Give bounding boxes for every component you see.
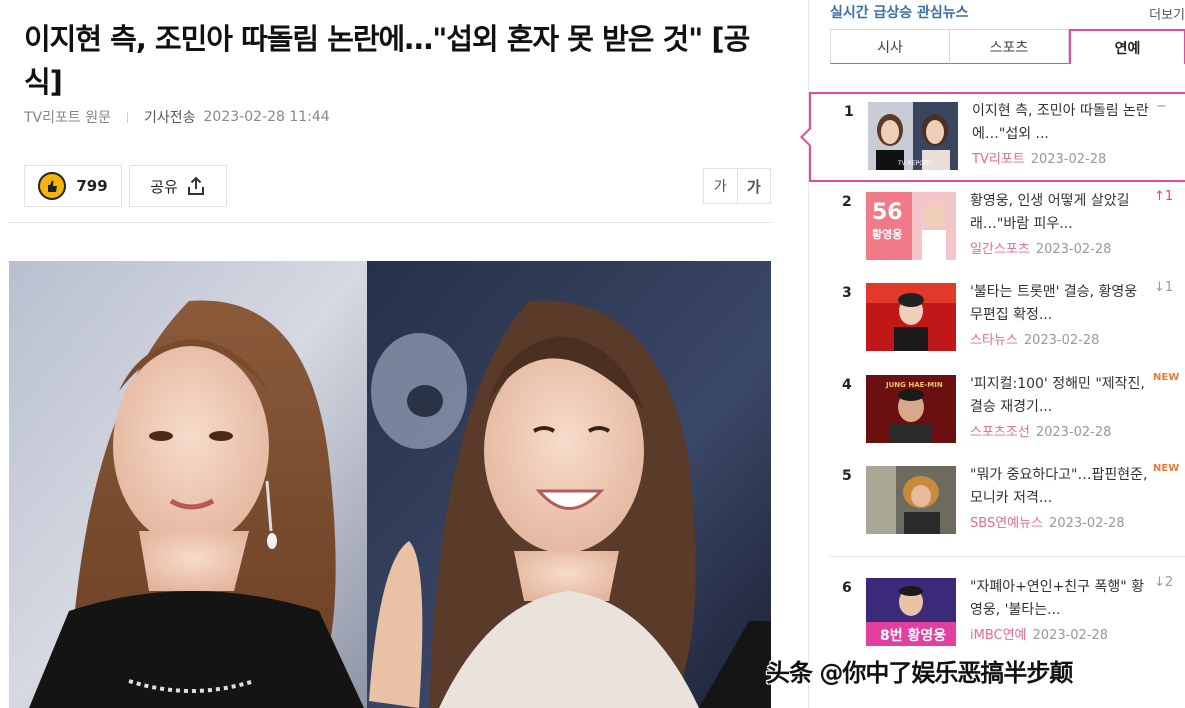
platform-watermark: 头条 @你中了娱乐恶搞半步颠 (766, 659, 1073, 687)
news-thumbnail (866, 283, 956, 351)
tab-politics[interactable]: 시사 (830, 29, 950, 64)
font-larger-button[interactable]: 가 (736, 169, 771, 203)
article-divider (8, 222, 772, 223)
article-source-link[interactable]: TV리포트 원문 (24, 107, 111, 127)
svg-text:JUNG HAE-MIN: JUNG HAE-MIN (885, 381, 943, 389)
share-label: 공유 (150, 177, 178, 196)
news-item-2[interactable]: 2 56 황영웅 황영웅, 인생 어떻게 살았길래…"바람 피우... 일간스포… (809, 184, 1185, 272)
like-icon (38, 172, 67, 200)
font-size-controls: 가 가 (703, 168, 771, 204)
news-title: "뭐가 중요하다고"…팝핀현준, 모니카 저격... (970, 467, 1148, 506)
svg-text:황영웅: 황영웅 (872, 227, 902, 241)
share-icon (187, 176, 204, 195)
news-title: 황영웅, 인생 어떻게 살았길래…"바람 피우... (970, 193, 1130, 232)
rank-change: ↓2 (1154, 575, 1174, 590)
news-rank: 6 (842, 580, 852, 596)
tab-entertainment[interactable]: 연예 (1069, 29, 1185, 64)
news-thumbnail: 56 황영웅 (866, 192, 956, 260)
meta-divider (126, 111, 128, 123)
news-item-5[interactable]: 5 "뭐가 중요하다고"…팝핀현준, 모니카 저격... SBS연예뉴스 2023… (809, 458, 1185, 546)
svg-text:56: 56 (872, 200, 903, 225)
news-source: TV리포트 2023-02-28 (972, 152, 1107, 167)
news-title: '불타는 트롯맨' 결승, 황영웅 무편집 확정... (970, 284, 1138, 323)
thumb-watermark: TV REPORT (897, 160, 932, 167)
news-thumbnail: JUNG HAE-MIN (866, 375, 956, 443)
article-headline: 이지현 측, 조민아 따돌림 논란에…"섭외 혼자 못 받은 것" [공식] (24, 22, 750, 99)
trending-news-sidebar: 실시간 급상승 관심뉴스 더보기 시사 스포츠 연예 1 TV REPORT 이… (800, 0, 1185, 708)
news-rank: 1 (844, 104, 854, 120)
article-photo (9, 261, 771, 708)
like-button[interactable]: 799 (24, 165, 122, 207)
rank-change: ↑1 (1154, 189, 1174, 204)
news-item-3[interactable]: 3 '불타는 트롯맨' 결승, 황영웅 무편집 확정... 스타뉴스 2023-0… (809, 275, 1185, 363)
font-smaller-button[interactable]: 가 (704, 169, 737, 203)
news-rank: 4 (842, 377, 852, 393)
new-badge: NEW (1153, 463, 1180, 474)
news-thumbnail (866, 466, 956, 534)
more-link[interactable]: 더보기 (1149, 4, 1185, 23)
news-item-4[interactable]: 4 JUNG HAE-MIN '피지컬:100' 정해민 "제작진, 결승 재경… (809, 367, 1185, 455)
news-item-6[interactable]: 6 8번 황영웅 "자폐아+연인+친구 폭행" 황영웅, '불타는... iMB… (809, 570, 1185, 658)
rank-change: ↓1 (1154, 280, 1174, 295)
news-thumbnail: TV REPORT (868, 102, 958, 170)
category-tabs: 시사 스포츠 연예 (830, 29, 1185, 64)
svg-text:8번 황영웅: 8번 황영웅 (880, 627, 946, 644)
news-source: 스포츠조선 2023-02-28 (970, 425, 1112, 440)
news-rank: 2 (842, 194, 852, 210)
news-item-1[interactable]: 1 TV REPORT 이지현 측, 조민아 따돌림 논란에…"섭외 ... T… (800, 92, 1185, 182)
news-source: 일간스포츠 2023-02-28 (970, 242, 1112, 257)
published-time: 2023-02-28 11:44 (203, 109, 330, 125)
news-thumbnail: 8번 황영웅 (866, 578, 956, 646)
published-label: 기사전송 (143, 110, 196, 126)
list-page-divider (830, 556, 1185, 557)
new-badge: NEW (1153, 372, 1180, 383)
news-rank: 3 (842, 285, 852, 301)
active-indicator-arrow (800, 127, 820, 147)
article: 이지현 측, 조민아 따돌림 논란에…"섭외 혼자 못 받은 것" [공식] T… (0, 0, 790, 708)
news-source: iMBC연예 2023-02-28 (970, 628, 1109, 643)
news-source: SBS연예뉴스 2023-02-28 (970, 516, 1125, 531)
news-title: 이지현 측, 조민아 따돌림 논란에…"섭외 ... (972, 103, 1149, 142)
sidebar-title: 실시간 급상승 관심뉴스 (830, 5, 969, 21)
article-meta: TV리포트 원문 기사전송 2023-02-28 11:44 (24, 107, 330, 127)
like-count: 799 (76, 177, 108, 195)
news-rank: 5 (842, 468, 852, 484)
rank-change: − (1156, 99, 1167, 114)
share-button[interactable]: 공유 (129, 165, 227, 207)
tab-sports[interactable]: 스포츠 (950, 29, 1069, 64)
news-source: 스타뉴스 2023-02-28 (970, 333, 1100, 348)
news-title: "자폐아+연인+친구 폭행" 황영웅, '불타는... (970, 579, 1145, 618)
news-title: '피지컬:100' 정해민 "제작진, 결승 재경기... (970, 376, 1145, 415)
